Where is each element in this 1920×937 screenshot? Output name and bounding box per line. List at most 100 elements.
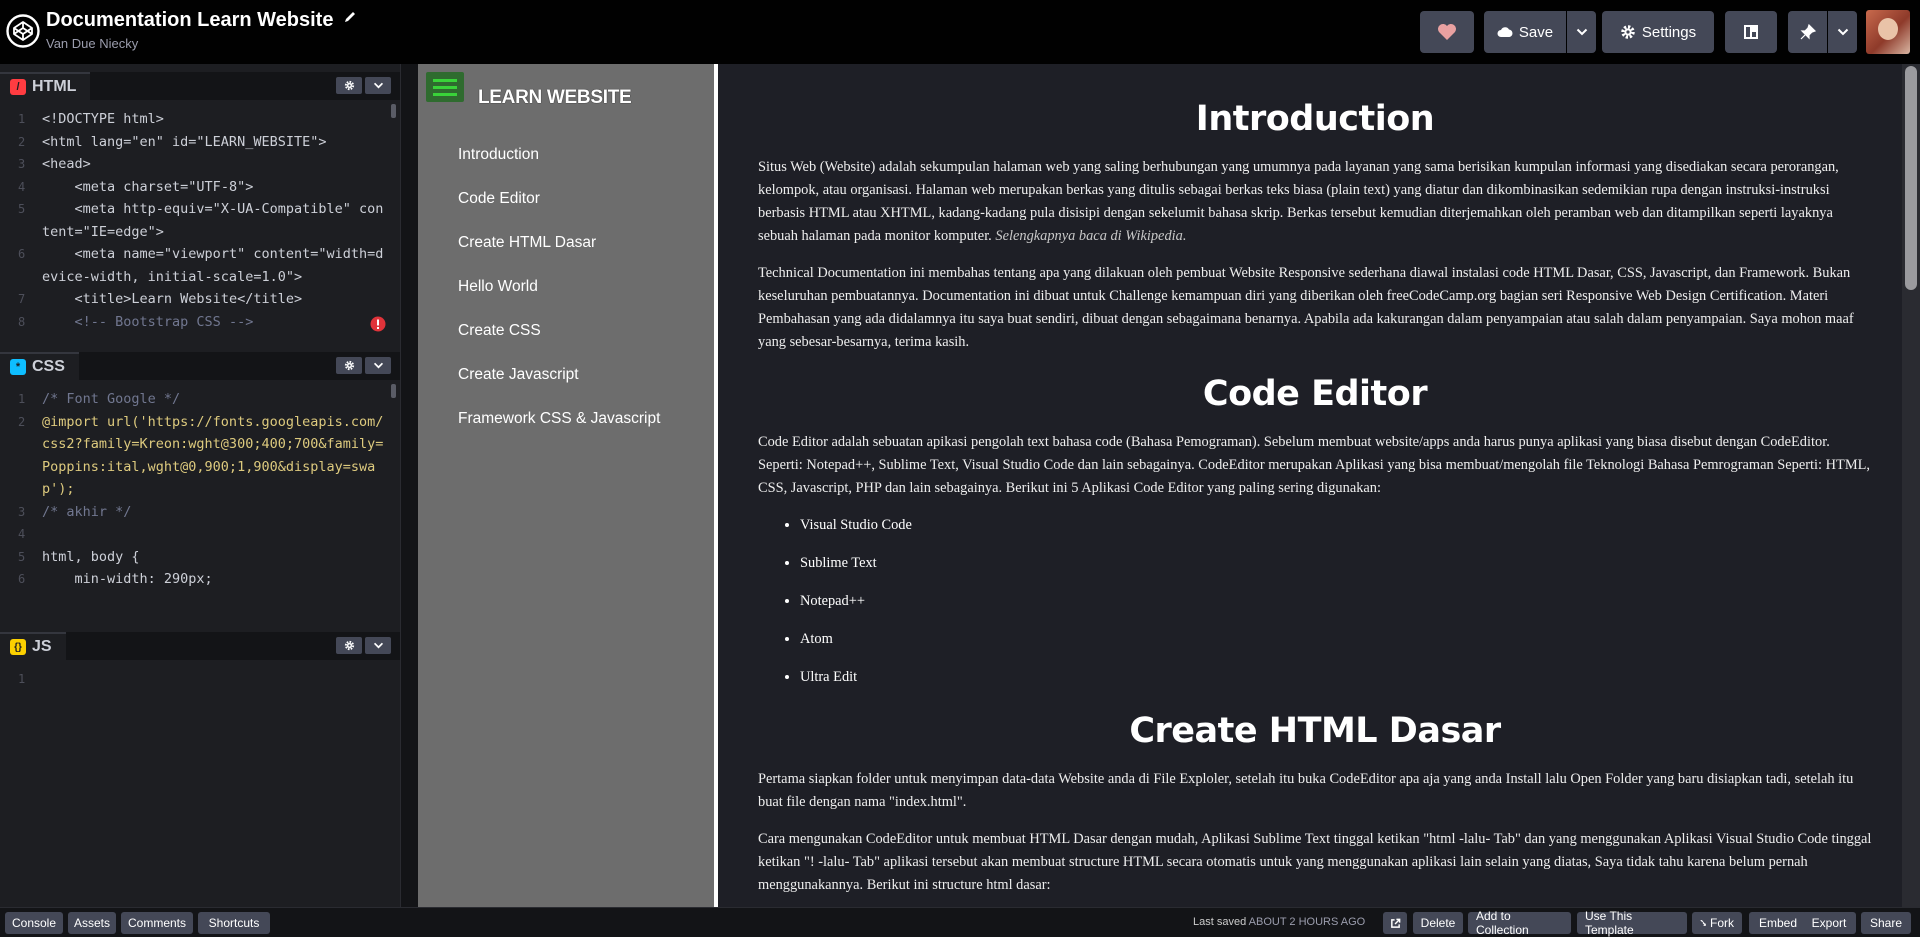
css-collapse-button[interactable]: [365, 357, 391, 374]
layout-icon: [1744, 25, 1758, 39]
pin-dropdown-button[interactable]: [1828, 11, 1857, 53]
js-editor-label: JS: [32, 638, 52, 655]
hamburger-menu-icon[interactable]: [426, 72, 464, 102]
wikipedia-note[interactable]: Selengkapnya baca di Wikipedia.: [995, 228, 1186, 244]
code-line[interactable]: 1: [0, 668, 392, 691]
html-paragraph-2: Cara mengunakan CodeEditor untuk membuat…: [758, 831, 1872, 893]
line-number: 1: [18, 392, 26, 406]
shortcuts-button[interactable]: Shortcuts: [198, 912, 270, 934]
preview-frame: LEARN WEBSITE Introduction Code Editor Cre…: [418, 64, 1920, 907]
author-name[interactable]: Van Due Niecky: [46, 36, 357, 51]
add-to-collection-button[interactable]: Add to Collection: [1468, 909, 1571, 937]
html-editor-tab[interactable]: / HTML: [0, 72, 91, 100]
line-number: 7: [18, 292, 26, 306]
code-line[interactable]: 1 /* Font Google */: [0, 388, 392, 411]
settings-label: Settings: [1641, 23, 1697, 41]
css-code-area[interactable]: 1 /* Font Google */ 2 @import url('https://…: [0, 388, 392, 626]
line-number: 5: [18, 549, 26, 564]
cloud-icon: [1497, 27, 1513, 37]
code-line[interactable]: 6 <meta name="viewport" content="width=d…: [0, 243, 392, 288]
preview-content: Introduction Situs Web (Website) adalah …: [758, 64, 1872, 897]
share-button[interactable]: Share: [1861, 912, 1911, 934]
fork-icon: [1700, 920, 1706, 926]
css-editor-label: CSS: [32, 358, 65, 375]
delete-button[interactable]: Delete: [1413, 912, 1463, 934]
line-number: 6: [18, 572, 26, 586]
html-code-area[interactable]: 1 <!DOCTYPE html> 2 <html lang="en" id="LEA…: [0, 108, 392, 346]
preview-scrollbar-thumb[interactable]: [1905, 66, 1917, 290]
line-number: 1: [18, 112, 26, 126]
code-text: html, body {: [42, 548, 140, 565]
code-line[interactable]: 8 <!-- Bootstrap CSS -->: [0, 311, 392, 334]
css-editor-tab[interactable]: * CSS: [0, 352, 79, 380]
html-paragraph-1: Pertama siapkan folder untuk menyimpan d…: [758, 771, 1854, 810]
line-number: 8: [18, 314, 26, 329]
code-line[interactable]: 2 <html lang="en" id="LEARN_WEBSITE">: [0, 131, 392, 154]
js-editor-tab[interactable]: {} JS: [0, 632, 66, 660]
code-line[interactable]: 6 min-width: 290px;: [0, 568, 392, 591]
fork-label: Fork: [1710, 916, 1734, 930]
nav-link-create-javascript[interactable]: Create Javascript: [458, 364, 660, 408]
nav-link-hello-world[interactable]: Hello World: [458, 276, 660, 320]
pin-button[interactable]: [1788, 11, 1827, 53]
embed-button[interactable]: Embed: [1749, 912, 1807, 934]
nav-link-code-editor[interactable]: Code Editor: [458, 188, 660, 232]
html-scrollbar[interactable]: [391, 104, 396, 118]
save-dropdown-button[interactable]: [1567, 11, 1596, 53]
use-template-button[interactable]: Use This Template: [1577, 909, 1687, 937]
nav-link-create-html-dasar[interactable]: Create HTML Dasar: [458, 232, 660, 276]
code-line[interactable]: 3 /* akhir */: [0, 501, 392, 524]
code-text: <meta http-equiv="X-UA-Compatible" conte…: [42, 201, 384, 240]
nav-link-create-css[interactable]: Create CSS: [458, 320, 660, 364]
error-icon[interactable]: [370, 316, 386, 332]
code-line[interactable]: 5 html, body {: [0, 546, 392, 569]
editor-resize-handle[interactable]: [400, 64, 418, 907]
js-settings-button[interactable]: [336, 637, 362, 654]
editor-paragraph-1: Code Editor adalah sebuatan apikasi peng…: [758, 434, 1871, 496]
pin-icon: [1800, 24, 1816, 40]
nav-link-framework-css-javascript[interactable]: Framework CSS & Javascript: [458, 408, 660, 452]
line-number: 6: [18, 247, 26, 261]
pen-title[interactable]: Documentation Learn Website: [46, 9, 357, 32]
line-number: 1: [18, 672, 26, 686]
code-line[interactable]: 4: [0, 523, 392, 546]
preview-nav: Introduction Code Editor Create HTML Dasar…: [458, 144, 660, 452]
love-button[interactable]: [1420, 11, 1474, 53]
user-avatar[interactable]: [1866, 10, 1910, 54]
code-line[interactable]: 2 @import url('https://fonts.googleapis.c…: [0, 411, 392, 501]
preview-sidebar: LEARN WEBSITE Introduction Code Editor Cre…: [418, 64, 714, 907]
html-settings-button[interactable]: [336, 77, 362, 94]
css-scrollbar[interactable]: [391, 384, 396, 398]
html-collapse-button[interactable]: [365, 77, 391, 94]
chevron-down-icon: [373, 82, 383, 89]
code-line[interactable]: 1 <!DOCTYPE html>: [0, 108, 392, 131]
settings-button[interactable]: Settings: [1602, 11, 1714, 53]
console-button[interactable]: Console: [5, 912, 63, 934]
code-text: min-width: 290px;: [42, 571, 213, 587]
export-button[interactable]: Export: [1802, 912, 1856, 934]
fork-button[interactable]: Fork: [1692, 912, 1742, 934]
external-link-icon: [1390, 918, 1400, 928]
code-line[interactable]: 4 <meta charset="UTF-8">: [0, 176, 392, 199]
code-line[interactable]: 7 <title>Learn Website</title>: [0, 288, 392, 311]
nav-link-introduction[interactable]: Introduction: [458, 144, 660, 188]
last-saved-label: Last saved: [1193, 916, 1247, 928]
save-button[interactable]: Save: [1484, 11, 1566, 53]
code-text: /* Font Google */: [42, 391, 181, 407]
change-view-button[interactable]: [1725, 11, 1777, 53]
codepen-logo-icon[interactable]: [6, 14, 40, 48]
comments-button[interactable]: Comments: [121, 912, 193, 934]
assets-button[interactable]: Assets: [68, 912, 116, 934]
chevron-down-icon: [373, 642, 383, 649]
open-external-button[interactable]: [1383, 912, 1407, 934]
js-collapse-button[interactable]: [365, 637, 391, 654]
intro-paragraph-1-text: Situs Web (Website) adalah sekumpulan ha…: [758, 159, 1839, 244]
js-code-area[interactable]: 1: [0, 668, 392, 898]
code-line[interactable]: 3 <head>: [0, 153, 392, 176]
intro-paragraph-2: Technical Documentation ini membahas ten…: [758, 265, 1854, 350]
code-text: <!-- Bootstrap CSS -->: [42, 313, 254, 330]
css-settings-button[interactable]: [336, 357, 362, 374]
pencil-icon[interactable]: [343, 10, 357, 24]
code-line[interactable]: 5 <meta http-equiv="X-UA-Compatible" con…: [0, 198, 392, 243]
